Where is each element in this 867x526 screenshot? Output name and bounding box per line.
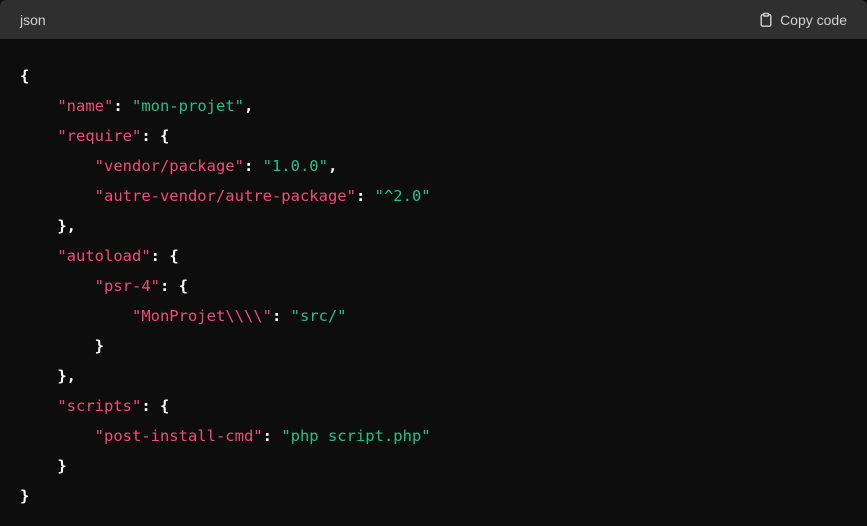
code-line: "autre-vendor/autre-package": "^2.0" [20, 181, 847, 211]
code-punctuation: : [355, 187, 375, 205]
code-punctuation: : [262, 427, 282, 445]
code-key: "post-install-cmd" [94, 427, 263, 445]
code-key: "name" [57, 97, 114, 115]
code-key: "psr-4" [94, 277, 160, 295]
language-label: json [20, 11, 46, 28]
code-key: "MonProjet\\\\" [131, 307, 272, 325]
code-punctuation: } [57, 457, 67, 475]
code-line: { [20, 61, 847, 91]
code-string: "mon-projet" [132, 97, 244, 115]
code-string: "1.0.0" [262, 157, 328, 175]
code-line: "vendor/package": "1.0.0", [20, 151, 847, 181]
code-punctuation: }, [57, 367, 76, 385]
code-punctuation: : { [141, 127, 170, 145]
code-block-header: json Copy code [0, 0, 867, 39]
code-punctuation: : { [159, 277, 188, 295]
code-line: } [20, 451, 847, 481]
code-punctuation: : [113, 97, 132, 115]
code-key: "scripts" [57, 397, 142, 415]
code-line: "scripts": { [20, 391, 847, 421]
code-punctuation: }, [57, 217, 76, 235]
code-punctuation: , [243, 97, 254, 115]
code-line: }, [20, 361, 847, 391]
code-punctuation: : [271, 307, 291, 325]
code-line: } [20, 331, 847, 361]
code-line: } [20, 481, 847, 511]
copy-code-label: Copy code [780, 11, 847, 28]
code-punctuation: : [243, 157, 263, 175]
code-punctuation: : { [150, 247, 179, 265]
code-content[interactable]: { "name": "mon-projet", "require": { "ve… [0, 39, 867, 511]
code-string: "^2.0" [374, 187, 431, 205]
code-punctuation: } [20, 487, 30, 505]
code-punctuation: : { [141, 397, 170, 415]
code-key: "autoload" [57, 247, 151, 265]
clipboard-icon [758, 12, 774, 28]
code-line: "post-install-cmd": "php script.php" [20, 421, 847, 451]
code-key: "require" [57, 127, 142, 145]
copy-code-button[interactable]: Copy code [758, 12, 847, 28]
code-key: "autre-vendor/autre-package" [94, 187, 356, 205]
code-line: "MonProjet\\\\": "src/" [20, 301, 847, 331]
code-punctuation: { [20, 67, 30, 85]
code-line: "autoload": { [20, 241, 847, 271]
code-punctuation: } [94, 337, 104, 355]
code-line: "name": "mon-projet", [20, 91, 847, 121]
code-block: json Copy code { "name": "mon-projet", "… [0, 0, 867, 526]
code-punctuation: , [327, 157, 338, 175]
code-key: "vendor/package" [94, 157, 244, 175]
code-string: "php script.php" [281, 427, 431, 445]
code-line: "psr-4": { [20, 271, 847, 301]
code-string: "src/" [290, 307, 347, 325]
code-line: }, [20, 211, 847, 241]
code-line: "require": { [20, 121, 847, 151]
